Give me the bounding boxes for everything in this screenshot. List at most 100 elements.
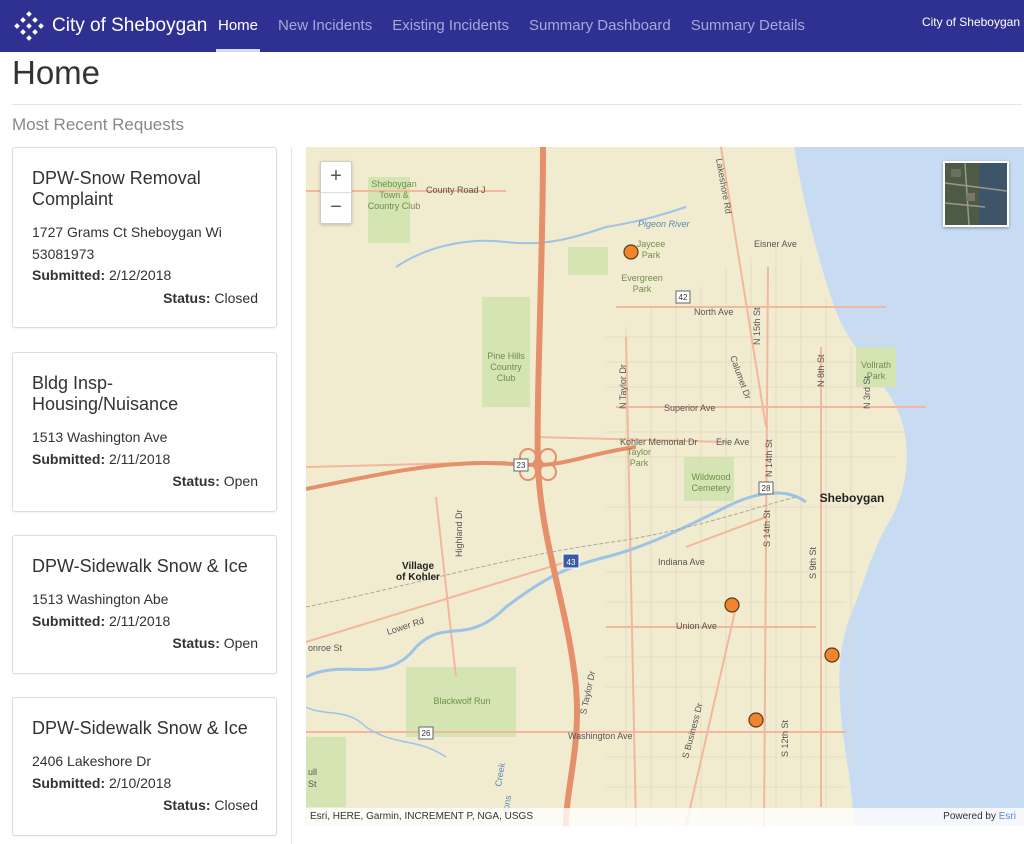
map-label-park: Park: [630, 458, 649, 468]
map-label-road: Erie Ave: [716, 437, 749, 447]
map-label-village: of Kohler: [396, 572, 440, 583]
map-label-city: Sheboygan: [820, 491, 885, 505]
map-label-road: Lakeshore Rd: [714, 158, 734, 215]
map-label-road: N 8th St: [816, 354, 826, 387]
request-title: DPW-Snow Removal Complaint: [32, 168, 201, 209]
powered-by: Powered by Esri: [943, 808, 1016, 826]
basemap-toggle-button[interactable]: [943, 161, 1009, 227]
submitted-date: 2/11/2018: [109, 613, 171, 629]
request-card[interactable]: DPW-Snow Removal Complaint 1727 Grams Ct…: [12, 147, 277, 328]
route-28-shield: 28: [758, 481, 774, 495]
shield-text: 42: [679, 293, 688, 302]
map-label-road: S 9th St: [808, 546, 818, 579]
request-title: DPW-Sidewalk Snow & Ice: [32, 718, 248, 738]
map-label-road: North Ave: [694, 307, 733, 317]
request-submitted: Submitted: 2/11/2018: [32, 613, 170, 629]
map-label-road: Washington Ave: [568, 731, 633, 741]
map-label-road: ull: [308, 767, 317, 777]
map-label-road: N Taylor Dr: [618, 364, 628, 409]
city-logo-icon: [14, 11, 44, 41]
map-label-park: Blackwolf Run: [433, 696, 490, 706]
esri-link[interactable]: Esri: [999, 811, 1016, 822]
map-label-road: N 14th St: [764, 439, 774, 477]
map-label-park: Town &: [379, 190, 409, 200]
zoom-out-button[interactable]: −: [321, 192, 351, 223]
request-card[interactable]: DPW-Sidewalk Snow & Ice 2406 Lakeshore D…: [12, 697, 277, 836]
map-label-road: S 14th St: [762, 509, 772, 547]
map-label-park: Wildwood: [691, 472, 730, 482]
request-submitted: Submitted: 2/10/2018: [32, 775, 171, 791]
incident-marker[interactable]: [824, 647, 840, 663]
request-address: 1513 Washington Ave: [32, 429, 168, 445]
map-label-park: Park: [867, 371, 886, 381]
map-label-village: Village: [402, 561, 434, 572]
map-label-road: S 12th St: [780, 719, 790, 757]
user-menu[interactable]: City of Sheboygan: [922, 0, 1020, 44]
park-area: [568, 247, 608, 275]
lake-michigan: [794, 147, 1024, 826]
status-value: Open: [223, 635, 258, 651]
shield-text: 43: [567, 558, 576, 567]
map-label-road: St: [308, 779, 317, 789]
highway-23: [306, 445, 637, 491]
title-divider: [12, 104, 1022, 105]
nav-summary-details[interactable]: Summary Details: [681, 0, 815, 52]
request-card[interactable]: DPW-Sidewalk Snow & Ice 1513 Washington …: [12, 535, 277, 674]
incident-marker[interactable]: [724, 597, 740, 613]
brand[interactable]: City of Sheboygan: [14, 0, 207, 52]
map-label-road: Highland Dr: [454, 509, 464, 557]
zoom-control: + −: [320, 161, 352, 224]
submitted-label: Submitted:: [32, 613, 106, 629]
map-label-park: Park: [642, 250, 661, 260]
map-label-road: Calumet Dr: [728, 354, 753, 400]
request-status: Status: Closed: [163, 797, 258, 813]
map-label-park: Club: [497, 373, 516, 383]
map-canvas[interactable]: 42 23 28 43 26 County Road J Pigeon Rive…: [306, 147, 1024, 826]
route-23-shield: 23: [513, 458, 529, 472]
status-value: Open: [223, 473, 258, 489]
incident-map[interactable]: 42 23 28 43 26 County Road J Pigeon Rive…: [306, 147, 1024, 826]
map-label-park: Evergreen: [621, 273, 663, 283]
request-address: 1513 Washington Abe: [32, 591, 169, 607]
map-label-river: Pigeon River: [638, 219, 691, 229]
submitted-date: 2/10/2018: [109, 775, 172, 791]
page-title: Home: [12, 54, 101, 91]
map-label-park: Country: [490, 362, 522, 372]
map-label-river: Creek: [493, 761, 507, 787]
map-label-road: County Road J: [426, 185, 486, 195]
nav-home[interactable]: Home: [208, 0, 268, 52]
status-label: Status:: [163, 797, 211, 813]
map-label-road: Indiana Ave: [658, 557, 705, 567]
submitted-date: 2/12/2018: [109, 267, 172, 283]
incident-marker[interactable]: [623, 244, 639, 260]
satellite-thumbnail-icon: [945, 163, 1007, 225]
status-value: Closed: [214, 290, 258, 306]
request-card[interactable]: Bldg Insp-Housing/Nuisance 1513 Washingt…: [12, 352, 277, 512]
request-status: Status: Closed: [163, 290, 258, 306]
status-value: Closed: [214, 797, 258, 813]
nav-new-incidents[interactable]: New Incidents: [268, 0, 382, 52]
attribution-text: Esri, HERE, Garmin, INCREMENT P, NGA, US…: [310, 811, 534, 822]
top-navbar: City of Sheboygan Home New Incidents Exi…: [0, 0, 1024, 52]
request-title: Bldg Insp-Housing/Nuisance: [32, 373, 179, 414]
map-label-road: onroe St: [308, 643, 343, 653]
nav-summary-dashboard[interactable]: Summary Dashboard: [519, 0, 681, 52]
request-address: 1727 Grams Ct Sheboygan Wi 53081973: [32, 224, 222, 262]
map-label-road: Eisner Ave: [754, 239, 797, 249]
nav-existing-incidents[interactable]: Existing Incidents: [382, 0, 519, 52]
status-label: Status:: [163, 290, 211, 306]
request-address: 2406 Lakeshore Dr: [32, 753, 152, 769]
shield-text: 26: [422, 729, 431, 738]
shield-text: 23: [517, 461, 526, 470]
incident-marker[interactable]: [748, 712, 764, 728]
zoom-in-button[interactable]: +: [321, 162, 351, 192]
map-label-park: Cemetery: [691, 483, 731, 493]
submitted-label: Submitted:: [32, 775, 106, 791]
route-42-shield: 42: [675, 290, 691, 304]
request-title: DPW-Sidewalk Snow & Ice: [32, 556, 248, 576]
map-label-park: Taylor: [627, 447, 651, 457]
brand-name: City of Sheboygan: [52, 15, 208, 36]
request-status: Status: Open: [172, 635, 258, 651]
map-label-park: Vollrath: [861, 360, 891, 370]
map-label-road: N 15th St: [752, 307, 762, 345]
